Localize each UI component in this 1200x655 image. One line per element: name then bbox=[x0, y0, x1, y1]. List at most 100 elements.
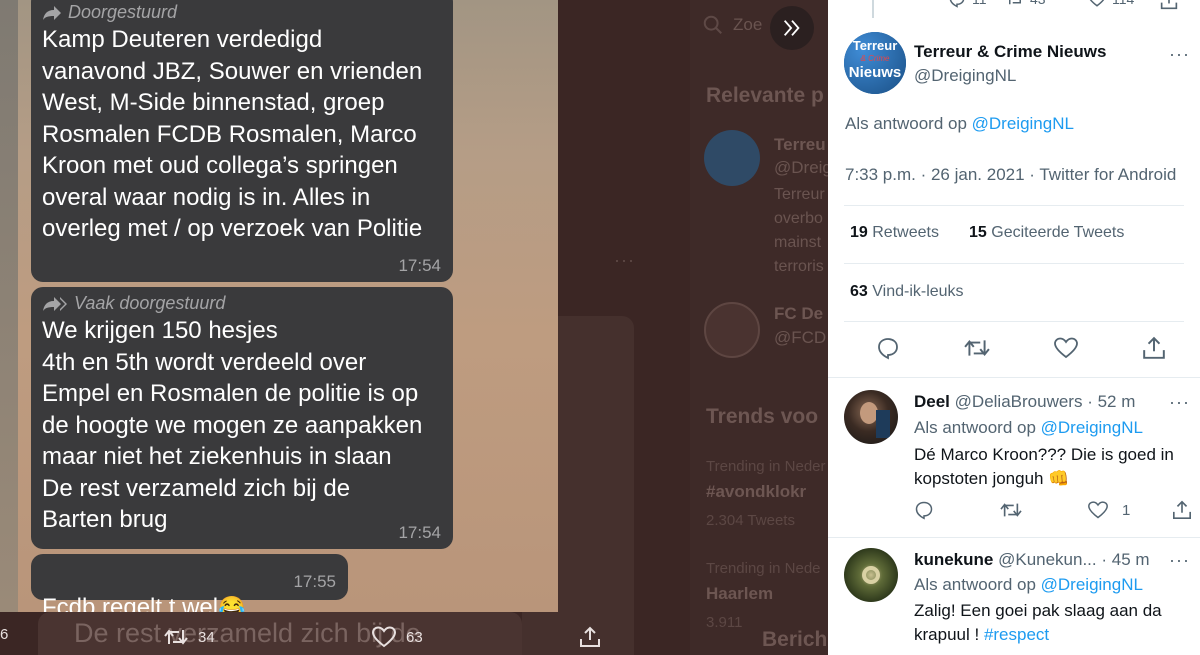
reply-context: Als antwoord op @DreigingNL bbox=[914, 575, 1143, 594]
like-count: 114 bbox=[1112, 0, 1134, 7]
avatar[interactable] bbox=[844, 390, 898, 444]
retweet-button[interactable]: 34 bbox=[164, 626, 215, 648]
retweet-button[interactable]: 43 bbox=[1006, 0, 1046, 8]
heart-icon bbox=[1054, 337, 1078, 359]
background-bio-line: Terreur bbox=[774, 186, 825, 203]
background-relevant-heading: Relevante p bbox=[706, 84, 824, 107]
message-text: Kamp Deuteren verdedigd vanavond JBZ, So… bbox=[42, 26, 423, 242]
retweet-button[interactable] bbox=[964, 336, 990, 360]
reply-context: Als antwoord op @DreigingNL bbox=[914, 418, 1143, 437]
heart-icon bbox=[1088, 501, 1108, 519]
hashtag-link[interactable]: #respect bbox=[984, 625, 1049, 644]
message-time: 17:54 bbox=[398, 523, 441, 542]
forward-many-icon bbox=[43, 296, 67, 311]
reply-context: Als antwoord op @DreigingNL bbox=[845, 114, 1074, 133]
message-text: We krijgen 150 hesjes 4th en 5th wordt v… bbox=[42, 317, 423, 533]
background-trends-heading: Trends voo bbox=[706, 405, 819, 428]
background-trend-context: Trending in Nede bbox=[706, 560, 821, 577]
background-account-name: FC De bbox=[774, 304, 824, 323]
like-count: 63 bbox=[406, 628, 423, 646]
author-handle[interactable]: @DreigingNL bbox=[914, 66, 1016, 86]
reply-button[interactable] bbox=[876, 336, 900, 360]
chat-bubble: Doorgestuurd Kamp Deuteren verdedigd van… bbox=[31, 0, 453, 282]
background-messages-label: Berich bbox=[762, 628, 828, 651]
reply-to-link[interactable]: @DreigingNL bbox=[972, 114, 1074, 133]
more-options-icon[interactable]: ··· bbox=[1169, 44, 1190, 65]
expand-button[interactable] bbox=[770, 6, 814, 50]
retweets-stat[interactable]: 19 Retweets bbox=[850, 224, 939, 242]
background-account-name: Terreu bbox=[774, 135, 826, 154]
reply-author-handle[interactable]: @Kunekun... bbox=[998, 550, 1097, 569]
retweet-icon bbox=[1009, 0, 1021, 5]
emoji: 😂 bbox=[218, 594, 246, 613]
more-icon: ··· bbox=[614, 250, 635, 270]
reply-author-name[interactable]: kunekune bbox=[914, 550, 993, 569]
like-button[interactable]: 1 bbox=[1088, 500, 1130, 520]
reply-age[interactable]: · 45 m bbox=[1101, 550, 1149, 569]
background-account-handle: @Dreig bbox=[774, 158, 828, 177]
share-icon bbox=[1143, 336, 1165, 359]
reply-text: Dé Marco Kroon??? Die is goed in kopstot… bbox=[914, 445, 1174, 488]
reply-button[interactable] bbox=[914, 500, 934, 520]
reply-count-partial[interactable]: 6 bbox=[0, 626, 8, 643]
share-icon bbox=[1160, 0, 1178, 10]
chat-bubble: Vaak doorgestuurd We krijgen 150 hesjes … bbox=[31, 287, 453, 549]
likes-stat[interactable]: 63 Vind-ik-leuks bbox=[850, 283, 964, 301]
quotes-stat[interactable]: 15 Geciteerde Tweets bbox=[969, 224, 1124, 242]
reply-age[interactable]: · 52 m bbox=[1087, 392, 1135, 411]
forward-label: Vaak doorgestuurd bbox=[74, 293, 226, 313]
background-trend-context: Trending in Neder bbox=[706, 458, 826, 475]
background-search-input: Zoe bbox=[733, 15, 763, 34]
reply-button[interactable]: 11 bbox=[948, 0, 987, 8]
like-button[interactable]: 114 bbox=[1088, 0, 1134, 8]
reply-icon bbox=[915, 501, 933, 520]
background-media-fragment: De rest verzameld zich bij de bbox=[38, 612, 522, 655]
chat-bubble: Fcdb regelt t wel😂 17:55 bbox=[31, 554, 348, 612]
media-image[interactable]: Doorgestuurd Kamp Deuteren verdedigd van… bbox=[0, 0, 558, 612]
retweet-count: 34 bbox=[198, 628, 215, 646]
share-icon bbox=[580, 626, 600, 647]
share-button[interactable] bbox=[1160, 0, 1178, 10]
reply-to-link[interactable]: @DreigingNL bbox=[1041, 575, 1143, 594]
reply-count: 11 bbox=[972, 0, 987, 7]
background-bio-line: terroris bbox=[774, 258, 824, 275]
background-bio-line: mainst bbox=[774, 234, 822, 251]
background-trend-count: 3.911 bbox=[706, 614, 743, 631]
share-icon bbox=[1173, 500, 1191, 519]
background-account-handle: @FCD bbox=[774, 328, 827, 347]
reply-author-name[interactable]: Deel bbox=[914, 392, 950, 411]
forward-label: Doorgestuurd bbox=[68, 2, 178, 22]
like-button[interactable]: 63 bbox=[372, 626, 423, 648]
like-count: 1 bbox=[1122, 501, 1131, 519]
like-button[interactable] bbox=[1054, 336, 1078, 360]
reply-tweet[interactable]: kunekune @Kunekun... · 45 m ··· Als antw… bbox=[828, 538, 1200, 655]
more-options-icon[interactable]: ··· bbox=[1169, 550, 1190, 571]
reply-author-handle[interactable]: @DeliaBrouwers bbox=[955, 392, 1083, 411]
background-trend-name: #avondklokr bbox=[706, 482, 807, 501]
reply-tweet[interactable]: Deel @DeliaBrouwers · 52 m ··· Als antwo… bbox=[828, 378, 1200, 530]
retweet-icon bbox=[1000, 503, 1022, 517]
author-name[interactable]: Terreur & Crime Nieuws bbox=[914, 42, 1106, 62]
background-avatar bbox=[704, 130, 760, 186]
message-time: 17:55 bbox=[293, 572, 336, 591]
retweet-count: 43 bbox=[1030, 0, 1046, 7]
retweet-button[interactable] bbox=[1000, 500, 1022, 520]
emoji: 👊 bbox=[1048, 469, 1070, 488]
avatar[interactable] bbox=[844, 548, 898, 602]
search-icon bbox=[703, 15, 722, 34]
avatar[interactable]: Terreur & Crime Nieuws bbox=[844, 32, 906, 94]
background-avatar bbox=[704, 302, 760, 358]
tweet-detail-panel: 11 43 114 Terreur & Crime Nieuws Terreur… bbox=[828, 0, 1200, 655]
share-button[interactable] bbox=[1142, 336, 1166, 360]
more-options-icon[interactable]: ··· bbox=[1169, 392, 1190, 413]
message-time: 17:54 bbox=[398, 256, 441, 275]
heart-icon bbox=[372, 626, 396, 648]
reply-text: Zalig! Een goei pak slaag aan da krapuul… bbox=[914, 601, 1162, 644]
reply-to-link[interactable]: @DreigingNL bbox=[1041, 418, 1143, 437]
background-trend-name: Haarlem bbox=[706, 584, 774, 603]
share-button[interactable] bbox=[579, 626, 601, 648]
retweet-icon bbox=[964, 339, 990, 357]
background-echo-text: De rest verzameld zich bij de bbox=[74, 618, 421, 648]
share-button[interactable] bbox=[1172, 500, 1192, 520]
tweet-timestamp[interactable]: 7:33 p.m. · 26 jan. 2021 · Twitter for A… bbox=[845, 165, 1176, 185]
